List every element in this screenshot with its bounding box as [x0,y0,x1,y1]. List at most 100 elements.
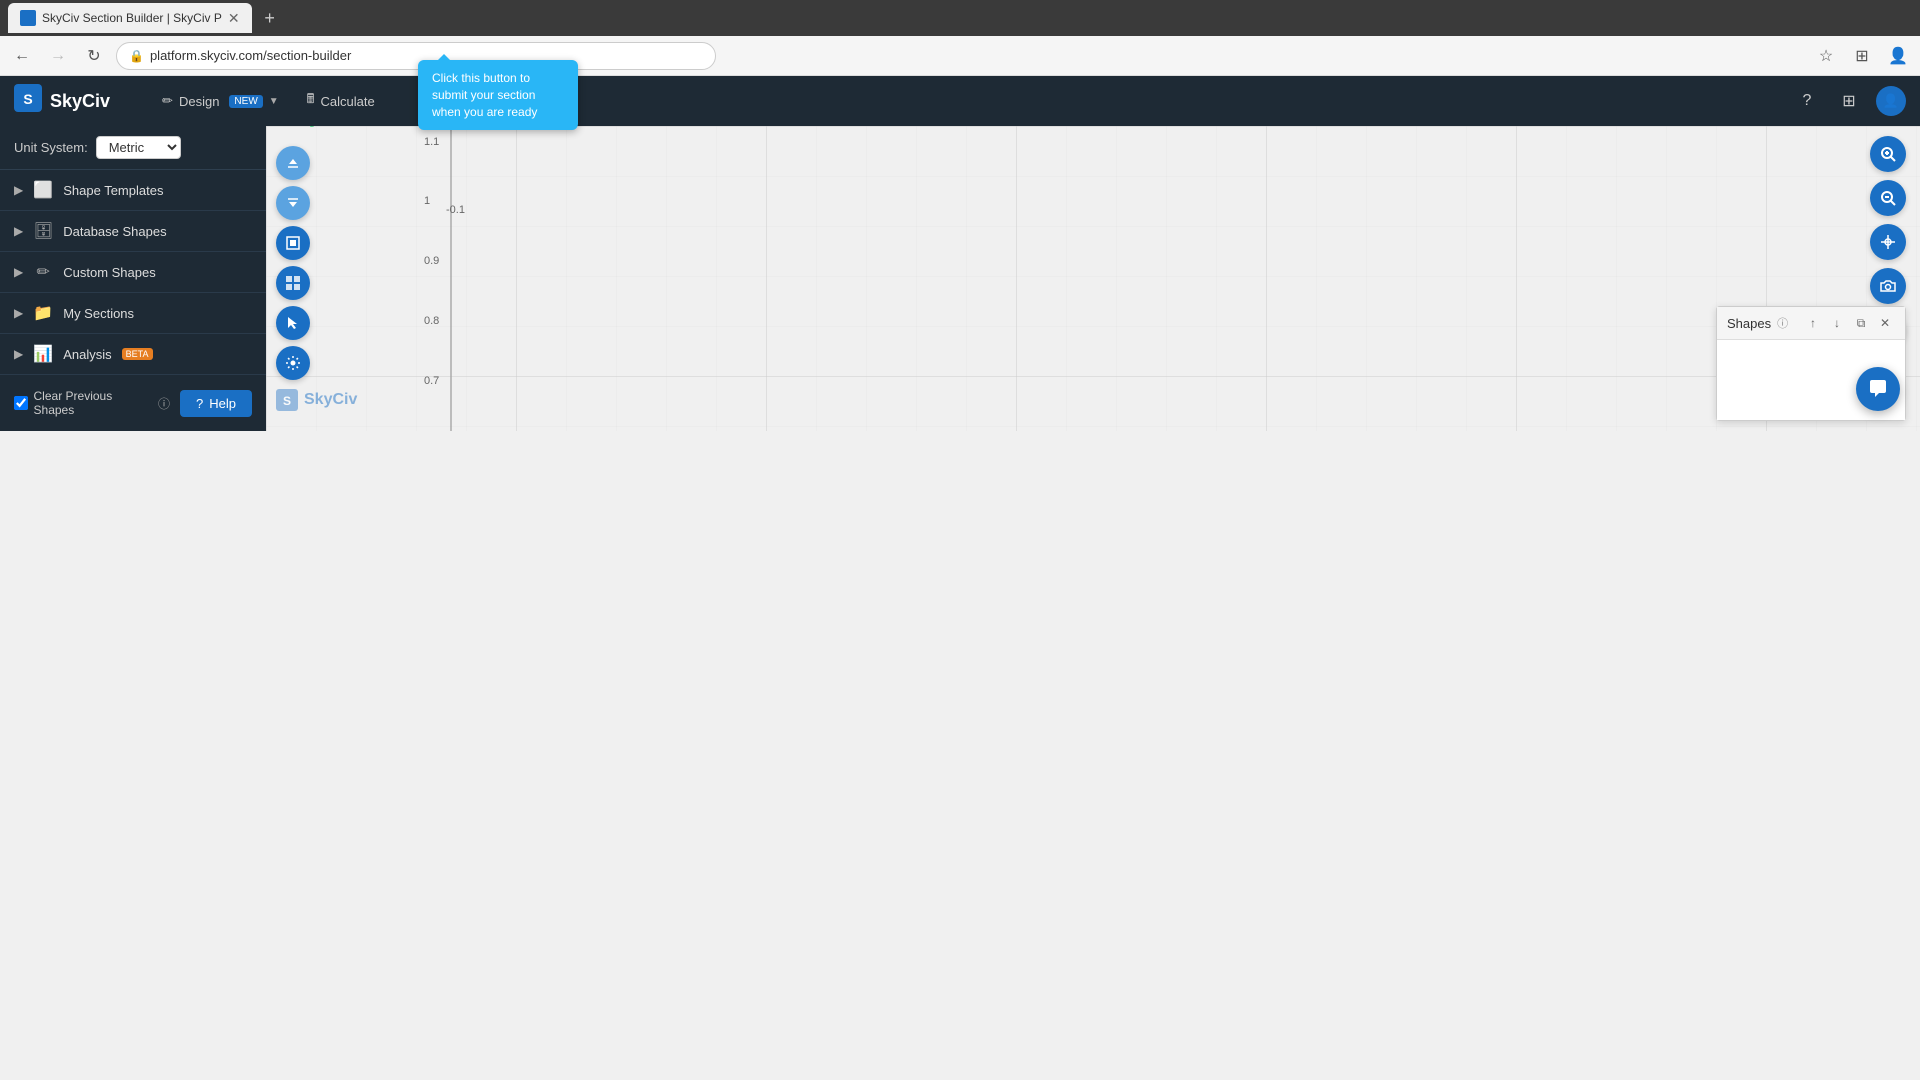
refresh-button[interactable]: ↻ [80,42,108,70]
calculate-icon: 🖩 [307,90,315,112]
design-button[interactable]: ✏ Design NEW ▼ [150,87,291,115]
database-shapes-item[interactable]: ▶ 🗄 Database Shapes [0,211,266,252]
app-logo: S SkyCiv [14,84,110,119]
screenshot-button[interactable] [1870,268,1906,304]
custom-shapes-label: Custom Shapes [63,265,156,280]
help-btn-label: Help [209,396,236,411]
shapes-move-down-button[interactable]: ↓ [1827,313,1847,333]
y-tick-07: 0.7 [424,375,439,387]
logo-text: SkyCiv [50,91,110,112]
my-sections-label: My Sections [63,306,134,321]
design-icon: ✏ [162,93,173,109]
y-axis-labels: 1.1 1 0.9 0.8 0.7 0.6 0.5 0.4 0.3 0.2 0.… [424,136,439,268]
shape-templates-item[interactable]: ▶ ⬜ Shape Templates [0,170,266,211]
ssl-lock-icon: 🔒 [129,49,144,63]
collapse-up-icon [286,156,300,170]
help-button[interactable]: ? Help [180,390,252,417]
app-topbar: S SkyCiv ✏ Design NEW ▼ 🖩 Calculate ? ⊞ … [0,76,1920,126]
cursor-tool-button[interactable] [276,306,310,340]
svg-text:z: z [310,126,314,129]
main-content: Unit System: Metric Imperial ▶ ⬜ Shape T… [0,126,1920,431]
y-tick-11: 1.1 [424,136,439,148]
clear-shapes-checkbox[interactable] [14,396,28,410]
tab-close-button[interactable]: ✕ [228,10,240,27]
settings-icon [285,355,301,371]
grid-icon [285,275,301,291]
canvas-grid [266,126,1920,431]
unit-system-select[interactable]: Metric Imperial [96,136,181,159]
active-tab[interactable]: SkyCiv Section Builder | SkyCiv P ✕ [8,3,252,33]
help-icon[interactable]: ? [1792,86,1822,116]
shapes-panel-header: Shapes ⓘ ↑ ↓ ⧉ ✕ [1717,307,1905,340]
fit-view-button[interactable] [1870,224,1906,260]
collapse-down-button[interactable] [276,186,310,220]
tooltip-text: Click this button to submit your section… [432,71,537,119]
shape-templates-label: Shape Templates [63,183,163,198]
database-shapes-arrow: ▶ [14,224,23,238]
shapes-move-up-button[interactable]: ↑ [1803,313,1823,333]
database-shapes-icon: 🗄 [33,221,53,241]
custom-shapes-item[interactable]: ▶ ✏ Custom Shapes [0,252,266,293]
zoom-out-icon [1880,190,1896,206]
clear-shapes-info-icon[interactable]: ⓘ [158,395,170,412]
y-tick-neg01: -0.1 [446,204,465,216]
back-button[interactable]: ← [8,42,36,70]
profile-icon[interactable]: 👤 [1884,42,1912,70]
unit-system-label: Unit System: [14,140,88,155]
topbar-nav: ✏ Design NEW ▼ 🖩 Calculate [150,84,387,118]
coord-axes: y z [276,126,316,131]
unit-system-row: Unit System: Metric Imperial [0,126,266,170]
clear-shapes-label: Clear Previous Shapes [34,389,152,417]
analysis-arrow: ▶ [14,347,23,361]
topbar-right: ? ⊞ 👤 [1792,86,1906,116]
custom-shapes-arrow: ▶ [14,265,23,279]
database-shapes-label: Database Shapes [63,224,166,239]
grid-tool-button[interactable] [276,266,310,300]
chat-button[interactable] [1856,367,1900,411]
submit-tooltip: Click this button to submit your section… [418,60,578,130]
shape-templates-icon: ⬜ [33,180,53,200]
analysis-icon: 📊 [33,344,53,364]
zoom-in-icon [1880,146,1896,162]
shapes-close-button[interactable]: ✕ [1875,313,1895,333]
tab-bar: SkyCiv Section Builder | SkyCiv P ✕ + [0,0,1920,36]
settings-tool-button[interactable] [276,346,310,380]
shape-templates-arrow: ▶ [14,183,23,197]
nav-bar: ← → ↻ 🔒 platform.skyciv.com/section-buil… [0,36,1920,76]
nav-icons: ☆ ⊞ 👤 [1812,42,1912,70]
collapse-up-button[interactable] [276,146,310,180]
shapes-copy-button[interactable]: ⧉ [1851,313,1871,333]
shapes-panel-info-icon[interactable]: ⓘ [1777,315,1788,331]
canvas-watermark: S SkyCiv [276,389,357,411]
watermark-logo-icon: S [276,389,298,411]
shapes-panel-title: Shapes [1727,316,1771,331]
tab-title: SkyCiv Section Builder | SkyCiv P [42,11,222,25]
calculate-button[interactable]: 🖩 Calculate [295,84,387,118]
select-tool-button[interactable] [276,226,310,260]
extensions-icon[interactable]: ⊞ [1848,42,1876,70]
panel-bottom: Clear Previous Shapes ⓘ ? Help [0,375,266,431]
analysis-item[interactable]: ▶ 📊 Analysis BETA [0,334,266,375]
my-sections-item[interactable]: ▶ 📁 My Sections [0,293,266,334]
clear-shapes-row: Clear Previous Shapes ⓘ [14,389,170,417]
zoom-out-button[interactable] [1870,180,1906,216]
zoom-in-button[interactable] [1870,136,1906,172]
bookmark-icon[interactable]: ☆ [1812,42,1840,70]
address-bar[interactable]: 🔒 platform.skyciv.com/section-builder [116,42,716,70]
cursor-icon [285,315,301,331]
new-tab-button[interactable]: + [256,4,284,32]
custom-shapes-icon: ✏ [33,262,53,282]
logo-icon: S [14,84,42,119]
forward-button[interactable]: → [44,42,72,70]
camera-icon [1880,278,1896,294]
analysis-label: Analysis [63,347,111,362]
canvas-area: 1.1 1 0.9 0.8 0.7 0.6 0.5 0.4 0.3 0.2 0.… [266,126,1920,431]
calculate-label: Calculate [320,94,374,109]
user-avatar[interactable]: 👤 [1876,86,1906,116]
my-sections-arrow: ▶ [14,306,23,320]
apps-icon[interactable]: ⊞ [1834,86,1864,116]
coordinate-system: y z [276,126,316,136]
beta-badge: BETA [122,348,153,360]
design-label: Design [179,94,219,109]
skyciv-logo-svg: S [14,84,42,112]
